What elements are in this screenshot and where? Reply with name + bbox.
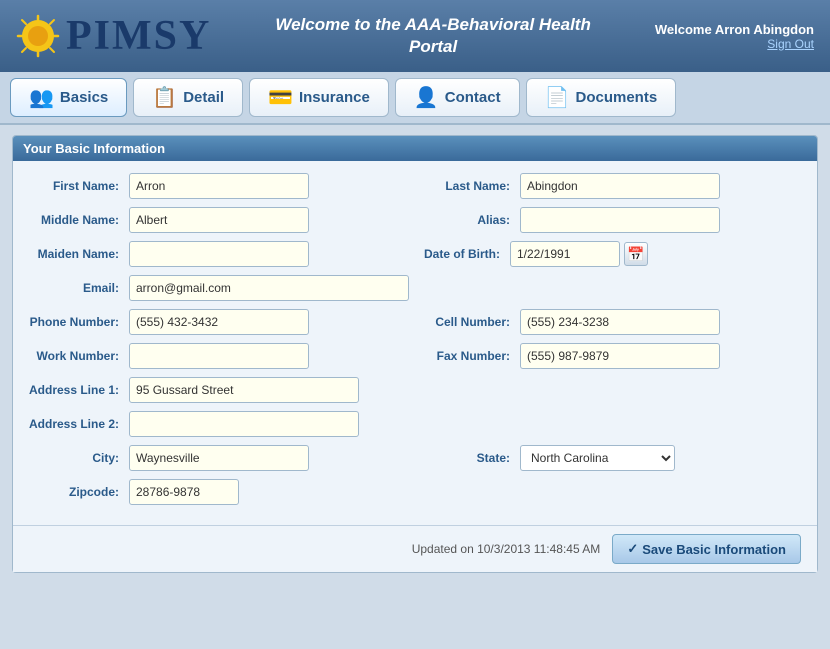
addr2-input[interactable] [129,411,359,437]
main-content: Your Basic Information First Name: Last … [12,135,818,573]
tab-basics-label: Basics [60,89,108,106]
dob-label: Date of Birth: [420,247,500,261]
welcome-text: Welcome Arron Abingdon [655,22,814,37]
row-name: First Name: Last Name: [29,173,801,199]
tab-detail[interactable]: 📋 Detail [133,78,243,117]
nav-tabs: 👥 Basics 📋 Detail 💳 Insurance 👤 Contact … [0,72,830,125]
tagline-line2: Portal [211,36,655,58]
tab-documents-label: Documents [575,89,657,106]
state-label: State: [420,451,510,465]
row-email: Email: [29,275,801,301]
col-last-name: Last Name: [420,173,801,199]
save-basic-info-button[interactable]: ✓ Save Basic Information [612,534,801,564]
row-maiden-dob: Maiden Name: Date of Birth: 📅 [29,241,801,267]
row-addr1: Address Line 1: [29,377,801,403]
addr1-input[interactable] [129,377,359,403]
fax-input[interactable] [520,343,720,369]
app-header: PIMSY Welcome to the AAA-Behavioral Heal… [0,0,830,72]
check-icon: ✓ [627,541,638,557]
section-title: Your Basic Information [23,141,165,156]
row-zip: Zipcode: [29,479,801,505]
col-alias: Alias: [420,207,801,233]
tab-basics[interactable]: 👥 Basics [10,78,127,117]
signout-link[interactable]: Sign Out [655,37,814,51]
header-tagline: Welcome to the AAA-Behavioral Health Por… [211,14,655,58]
col-state: State: AlabamaAlaskaArizonaArkansasCalif… [420,445,801,471]
form-footer: Updated on 10/3/2013 11:48:45 AM ✓ Save … [13,525,817,572]
work-label: Work Number: [29,349,119,363]
tab-detail-label: Detail [183,89,224,106]
tab-contact-label: Contact [445,89,501,106]
dob-input[interactable] [510,241,620,267]
calendar-button[interactable]: 📅 [624,242,648,266]
email-input[interactable] [129,275,409,301]
tab-insurance-label: Insurance [299,89,370,106]
alias-input[interactable] [520,207,720,233]
city-label: City: [29,451,119,465]
row-middle-alias: Middle Name: Alias: [29,207,801,233]
addr1-label: Address Line 1: [29,383,119,397]
dob-wrap: 📅 [510,241,648,267]
fax-label: Fax Number: [420,349,510,363]
tab-contact[interactable]: 👤 Contact [395,78,520,117]
col-dob: Date of Birth: 📅 [420,241,801,267]
tagline-line1: Welcome to the AAA-Behavioral Health [211,14,655,36]
col-maiden-name: Maiden Name: [29,241,410,267]
header-user: Welcome Arron Abingdon Sign Out [655,22,814,51]
logo-sun-icon [16,14,60,58]
cell-label: Cell Number: [420,315,510,329]
row-addr2: Address Line 2: [29,411,801,437]
middle-name-input[interactable] [129,207,309,233]
documents-icon: 📄 [545,85,570,110]
insurance-icon: 💳 [268,85,293,110]
row-work-fax: Work Number: Fax Number: [29,343,801,369]
col-first-name: First Name: [29,173,410,199]
detail-icon: 📋 [152,85,177,110]
cell-input[interactable] [520,309,720,335]
contact-icon: 👤 [414,85,439,110]
phone-label: Phone Number: [29,315,119,329]
col-city: City: [29,445,410,471]
work-input[interactable] [129,343,309,369]
city-input[interactable] [129,445,309,471]
col-fax: Fax Number: [420,343,801,369]
logo-area: PIMSY [16,12,211,60]
tab-insurance[interactable]: 💳 Insurance [249,78,389,117]
col-middle-name: Middle Name: [29,207,410,233]
zip-input[interactable] [129,479,239,505]
update-timestamp: Updated on 10/3/2013 11:48:45 AM [412,542,601,556]
col-work: Work Number: [29,343,410,369]
form-body: First Name: Last Name: Middle Name: Alia… [13,161,817,525]
last-name-label: Last Name: [420,179,510,193]
col-phone: Phone Number: [29,309,410,335]
save-label: Save Basic Information [642,542,786,557]
section-header: Your Basic Information [13,136,817,161]
row-phone-cell: Phone Number: Cell Number: [29,309,801,335]
email-label: Email: [29,281,119,295]
maiden-name-input[interactable] [129,241,309,267]
state-select[interactable]: AlabamaAlaskaArizonaArkansasCaliforniaCo… [520,445,675,471]
col-cell: Cell Number: [420,309,801,335]
zip-label: Zipcode: [29,485,119,499]
basics-icon: 👥 [29,85,54,110]
row-city-state: City: State: AlabamaAlaskaArizonaArkansa… [29,445,801,471]
maiden-name-label: Maiden Name: [29,247,119,261]
middle-name-label: Middle Name: [29,213,119,227]
first-name-label: First Name: [29,179,119,193]
first-name-input[interactable] [129,173,309,199]
alias-label: Alias: [420,213,510,227]
tab-documents[interactable]: 📄 Documents [526,78,677,117]
addr2-label: Address Line 2: [29,417,119,431]
logo-text: PIMSY [66,12,211,60]
last-name-input[interactable] [520,173,720,199]
phone-input[interactable] [129,309,309,335]
